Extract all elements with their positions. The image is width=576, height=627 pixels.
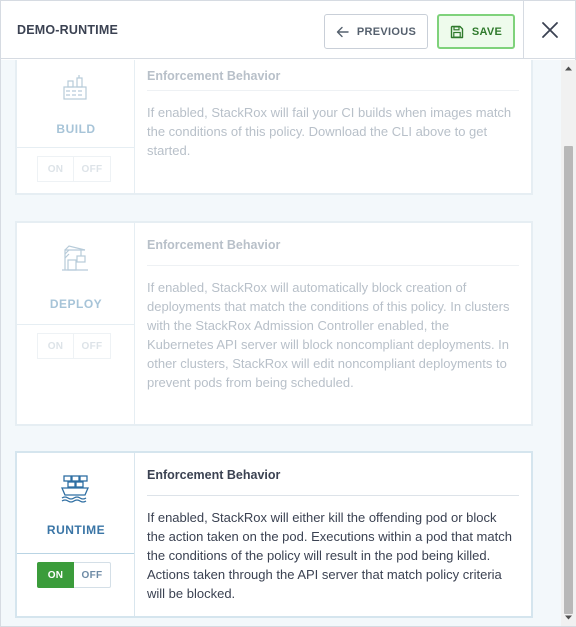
lifecycle-stage-list: BUILD ON OFF Enforcement Behavior If ena… — [1, 60, 561, 626]
panel-header: DEMO-RUNTIME PREVIOUS SAVE — [1, 1, 575, 59]
arrow-left-icon — [336, 26, 349, 37]
build-factory-icon — [58, 70, 92, 104]
runtime-heading-rule — [147, 495, 519, 496]
runtime-enforcement-toggle: ON OFF — [37, 562, 111, 588]
build-enforcement-text: If enabled, StackRox will fail your CI b… — [147, 105, 512, 158]
build-toggle-on[interactable]: ON — [37, 156, 74, 182]
build-heading-rule — [147, 90, 519, 91]
build-enforcement-toggle: ON OFF — [37, 156, 111, 182]
deploy-enforcement-toggle: ON OFF — [37, 333, 111, 359]
build-lifecycle-column: BUILD ON OFF — [17, 60, 135, 193]
previous-button[interactable]: PREVIOUS — [324, 14, 428, 49]
deploy-enforcement-text: If enabled, StackRox will automatically … — [147, 280, 510, 390]
vertical-scrollbar[interactable] — [561, 60, 576, 626]
runtime-divider — [17, 553, 134, 554]
runtime-description: Enforcement Behavior If enabled, StackRo… — [135, 453, 531, 616]
deploy-enforcement-heading: Enforcement Behavior — [147, 238, 281, 252]
previous-button-label: PREVIOUS — [356, 25, 417, 38]
build-stage-label: BUILD — [56, 122, 96, 136]
deploy-stage-label: DEPLOY — [49, 297, 103, 311]
scroll-down-icon[interactable] — [564, 613, 573, 622]
runtime-stage-card: RUNTIME ON OFF Enforcement Behavior If e… — [15, 451, 533, 618]
close-icon — [541, 22, 558, 38]
build-toggle-off[interactable]: OFF — [74, 156, 111, 182]
save-button[interactable]: SAVE — [437, 14, 515, 49]
close-button[interactable] — [523, 1, 575, 59]
runtime-toggle-on[interactable]: ON — [37, 562, 74, 588]
scrollbar-thumb[interactable] — [564, 146, 573, 614]
deploy-crane-icon — [58, 241, 92, 275]
runtime-toggle-off[interactable]: OFF — [74, 562, 111, 588]
build-divider — [17, 147, 134, 148]
runtime-enforcement-heading: Enforcement Behavior — [147, 468, 281, 482]
deploy-toggle-off[interactable]: OFF — [74, 333, 111, 359]
save-disk-icon — [450, 25, 464, 38]
build-stage-card: BUILD ON OFF Enforcement Behavior If ena… — [15, 60, 533, 195]
build-description: Enforcement Behavior If enabled, StackRo… — [135, 60, 531, 193]
save-button-label: SAVE — [471, 25, 503, 38]
build-enforcement-heading: Enforcement Behavior — [147, 69, 281, 83]
deploy-lifecycle-column: DEPLOY ON OFF — [17, 223, 135, 424]
runtime-ship-icon — [58, 471, 92, 505]
deploy-divider — [17, 324, 134, 325]
policy-enforcement-panel: DEMO-RUNTIME PREVIOUS SAVE BUILD ON OFF … — [0, 0, 576, 627]
runtime-enforcement-text: If enabled, StackRox will either kill th… — [147, 510, 512, 601]
deploy-description: Enforcement Behavior If enabled, StackRo… — [135, 223, 531, 424]
deploy-toggle-on[interactable]: ON — [37, 333, 74, 359]
page-title: DEMO-RUNTIME — [17, 23, 119, 37]
runtime-lifecycle-column: RUNTIME ON OFF — [17, 453, 135, 616]
deploy-stage-card: DEPLOY ON OFF Enforcement Behavior If en… — [15, 221, 533, 426]
deploy-heading-rule — [147, 265, 519, 266]
runtime-stage-label: RUNTIME — [46, 523, 106, 537]
scroll-up-icon[interactable] — [564, 64, 573, 73]
